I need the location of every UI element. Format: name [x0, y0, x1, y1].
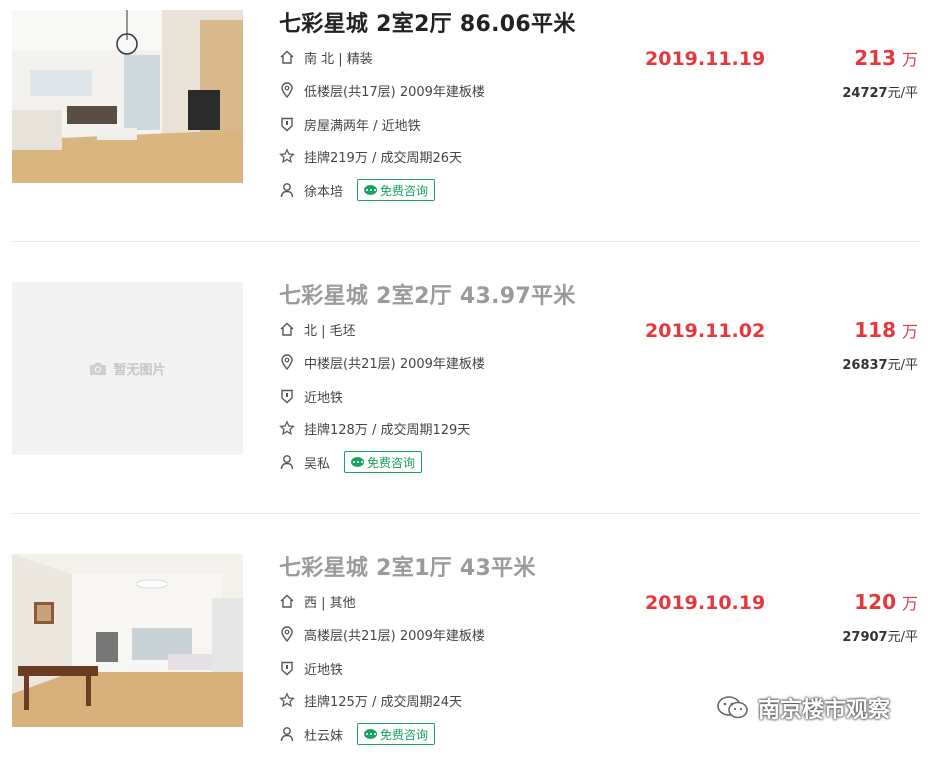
agent-name[interactable]: 吴私 — [304, 453, 330, 472]
unit-price: 26837元/平 — [842, 354, 918, 373]
house-icon — [279, 593, 295, 609]
unit-price: 27907元/平 — [842, 626, 918, 645]
deal-date: 2019.10.19 — [645, 592, 766, 614]
total-price-value: 120 — [854, 590, 896, 614]
person-icon — [279, 454, 295, 470]
orientation-decor-text: 北 | 毛坯 — [304, 323, 356, 339]
listing-info-row: 挂牌125万 / 成交周期24天 — [279, 690, 462, 710]
listing-info-text: 挂牌125万 / 成交周期24天 — [304, 694, 462, 710]
location-pin-icon — [279, 82, 295, 98]
wechat-logo-icon — [716, 695, 750, 721]
tags-text: 近地铁 — [304, 390, 344, 406]
listing-info-text: 挂牌219万 / 成交周期26天 — [304, 150, 462, 166]
total-price: 213 万 — [854, 46, 918, 70]
floor-row: 低楼层(共17层) 2009年建板楼 — [279, 80, 485, 100]
listing-card-2: 暂无图片 七彩星城 2室2厅 43.97平米 北 | 毛坯 中楼层(共21层) … — [0, 272, 928, 508]
account-watermark: 南京楼市观察 — [716, 692, 890, 724]
listing-card-1: 七彩星城 2室2厅 86.06平米 南 北 | 精装 低楼层(共17层) 200… — [0, 0, 928, 236]
star-icon — [279, 420, 295, 436]
person-icon — [279, 726, 295, 742]
listing-title[interactable]: 七彩星城 2室2厅 86.06平米 — [279, 6, 576, 38]
total-price-value: 118 — [854, 318, 896, 342]
tags-row: 房屋满两年 / 近地铁 — [279, 114, 421, 134]
orientation-decor-text: 西 | 其他 — [304, 595, 356, 611]
total-price-unit: 万 — [901, 50, 918, 69]
wechat-bubble-icon — [351, 457, 365, 467]
free-consult-button[interactable]: 免费咨询 — [357, 723, 436, 745]
floor-row: 中楼层(共21层) 2009年建板楼 — [279, 352, 485, 372]
location-pin-icon — [279, 626, 295, 642]
unit-price-suffix: 元/平 — [887, 630, 918, 645]
free-consult-button[interactable]: 免费咨询 — [344, 451, 423, 473]
house-icon — [279, 49, 295, 65]
camera-icon — [89, 361, 107, 376]
total-price-unit: 万 — [901, 594, 918, 613]
agent-name[interactable]: 徐本培 — [304, 181, 343, 200]
floor-text: 高楼层(共21层) 2009年建板楼 — [304, 628, 485, 644]
watermark-text: 南京楼市观察 — [758, 698, 891, 723]
free-consult-button[interactable]: 免费咨询 — [357, 179, 436, 201]
shield-icon — [279, 660, 295, 676]
free-consult-label: 免费咨询 — [380, 727, 429, 742]
listing-photo-placeholder[interactable]: 暂无图片 — [12, 282, 243, 455]
listing-info-row: 挂牌128万 / 成交周期129天 — [279, 418, 470, 438]
floor-text: 低楼层(共17层) 2009年建板楼 — [304, 84, 485, 100]
listing-divider — [12, 241, 920, 242]
no-image-placeholder: 暂无图片 — [89, 359, 166, 378]
total-price-unit: 万 — [901, 322, 918, 341]
listing-info-row: 挂牌219万 / 成交周期26天 — [279, 146, 462, 166]
no-image-text: 暂无图片 — [113, 363, 166, 378]
unit-price-suffix: 元/平 — [887, 358, 918, 373]
tags-text: 房屋满两年 / 近地铁 — [304, 118, 421, 134]
orientation-decor-row: 南 北 | 精装 — [279, 47, 373, 67]
tags-row: 近地铁 — [279, 386, 343, 406]
total-price-value: 213 — [854, 46, 896, 70]
star-icon — [279, 148, 295, 164]
total-price: 118 万 — [854, 318, 918, 342]
listing-divider — [12, 513, 920, 514]
listing-title[interactable]: 七彩星城 2室2厅 43.97平米 — [279, 278, 576, 310]
listing-card-3: 七彩星城 2室1厅 43平米 西 | 其他 高楼层(共21层) 2009年建板楼… — [0, 544, 928, 780]
listing-info-text: 挂牌128万 / 成交周期129天 — [304, 422, 471, 438]
free-consult-label: 免费咨询 — [380, 183, 429, 198]
wechat-bubble-icon — [364, 729, 378, 739]
unit-price-value: 27907 — [842, 630, 888, 645]
tags-row: 近地铁 — [279, 658, 343, 678]
total-price: 120 万 — [854, 590, 918, 614]
agent-name[interactable]: 杜云妹 — [304, 725, 343, 744]
location-pin-icon — [279, 354, 295, 370]
floor-row: 高楼层(共21层) 2009年建板楼 — [279, 624, 485, 644]
orientation-decor-row: 西 | 其他 — [279, 591, 356, 611]
agent-row: 杜云妹 免费咨询 — [279, 723, 436, 745]
unit-price: 24727元/平 — [842, 82, 918, 101]
deal-date: 2019.11.19 — [645, 48, 766, 70]
shield-icon — [279, 388, 295, 404]
unit-price-suffix: 元/平 — [887, 86, 918, 101]
listing-title[interactable]: 七彩星城 2室1厅 43平米 — [279, 550, 536, 582]
deal-date: 2019.11.02 — [645, 320, 766, 342]
house-icon — [279, 321, 295, 337]
wechat-bubble-icon — [364, 185, 378, 195]
free-consult-label: 免费咨询 — [367, 455, 416, 470]
shield-icon — [279, 116, 295, 132]
unit-price-value: 24727 — [842, 86, 888, 101]
agent-row: 吴私 免费咨询 — [279, 451, 423, 473]
floor-text: 中楼层(共21层) 2009年建板楼 — [304, 356, 485, 372]
tags-text: 近地铁 — [304, 662, 344, 678]
listing-photo-living-room[interactable] — [12, 10, 243, 183]
orientation-decor-text: 南 北 | 精装 — [304, 51, 373, 67]
person-icon — [279, 182, 295, 198]
listing-photo-dining-room[interactable] — [12, 554, 243, 727]
unit-price-value: 26837 — [842, 358, 888, 373]
orientation-decor-row: 北 | 毛坯 — [279, 319, 356, 339]
agent-row: 徐本培 免费咨询 — [279, 179, 436, 201]
star-icon — [279, 692, 295, 708]
